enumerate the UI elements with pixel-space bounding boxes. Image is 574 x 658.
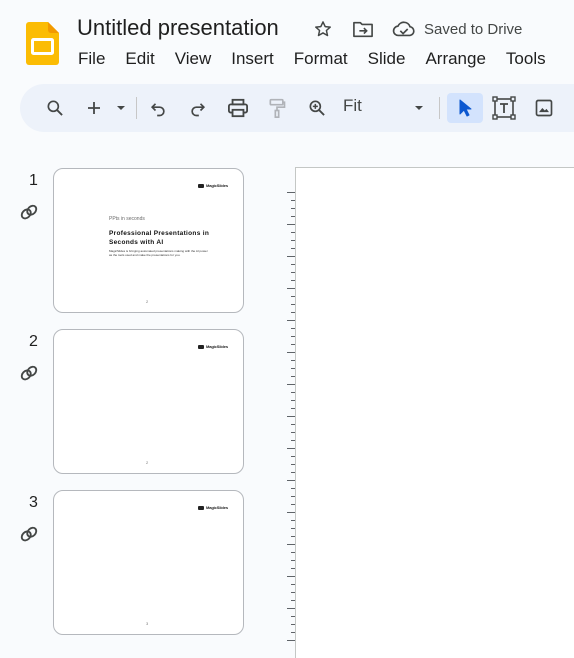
slide-number: 3 <box>29 494 38 511</box>
slide-entry-2[interactable]: 2 MagicSlides 2 <box>0 321 260 474</box>
insert-image-button[interactable] <box>530 93 558 123</box>
plus-icon <box>88 102 100 114</box>
move-to-folder-icon[interactable] <box>352 18 374 40</box>
cloud-check-icon <box>392 21 415 37</box>
menu-bar: File Edit View Insert Format Slide Arran… <box>68 47 556 73</box>
slide-canvas[interactable] <box>295 167 574 658</box>
brand-name: MagicSlides <box>205 505 228 510</box>
slide-page-number: 2 <box>146 460 149 465</box>
paint-format-icon <box>269 98 286 119</box>
undo-icon <box>150 103 165 117</box>
menu-slide[interactable]: Slide <box>358 47 416 73</box>
slide-page-number: 2 <box>146 299 149 304</box>
link-icon[interactable] <box>18 524 40 546</box>
slide-thumbnail[interactable]: MagicSlides 3 <box>53 490 244 635</box>
link-icon[interactable] <box>18 202 40 224</box>
print-button[interactable] <box>224 93 252 123</box>
brand-mark-icon <box>197 344 204 349</box>
brand-logo: MagicSlides <box>197 505 228 510</box>
menu-tools[interactable]: Tools <box>496 47 556 73</box>
menu-edit[interactable]: Edit <box>115 47 164 73</box>
slide-thumbnail[interactable]: MagicSlides 2 <box>53 329 244 474</box>
slide-number: 2 <box>29 333 38 350</box>
document-title[interactable]: Untitled presentation <box>77 15 279 41</box>
text-box-icon <box>492 96 516 120</box>
new-slide-layout-dropdown[interactable] <box>112 93 130 123</box>
slide-page-number: 3 <box>146 621 149 626</box>
save-status[interactable]: Saved to Drive <box>392 20 522 38</box>
brand-name: MagicSlides <box>205 183 228 188</box>
zoom-dropdown[interactable] <box>410 93 428 123</box>
zoom-select-value[interactable]: Fit <box>343 96 362 116</box>
link-icon[interactable] <box>18 363 40 385</box>
menu-format[interactable]: Format <box>284 47 358 73</box>
menu-arrange[interactable]: Arrange <box>415 47 495 73</box>
slide-subtext: MagicSlides is bringing automated presen… <box>109 249 208 257</box>
search-icon <box>47 100 63 116</box>
menu-view[interactable]: View <box>165 47 222 73</box>
zoom-icon <box>309 100 325 116</box>
image-icon <box>535 99 553 117</box>
zoom-button[interactable] <box>303 93 331 123</box>
slide-entry-3[interactable]: 3 MagicSlides 3 <box>0 482 260 635</box>
slides-logo-icon[interactable] <box>26 22 59 65</box>
redo-button[interactable] <box>185 93 211 123</box>
slide-eyebrow: PPts in seconds <box>109 216 145 222</box>
brand-logo: MagicSlides <box>197 344 228 349</box>
slide-entry-1[interactable]: 1 MagicSlides PPts in seconds Profession… <box>0 160 260 313</box>
brand-logo: MagicSlides <box>197 183 228 188</box>
menu-file[interactable]: File <box>68 47 115 73</box>
slide-heading: Professional Presentations in Seconds wi… <box>109 230 210 246</box>
save-status-text: Saved to Drive <box>424 20 523 38</box>
menu-insert[interactable]: Insert <box>221 47 284 73</box>
slide-thumbnail[interactable]: MagicSlides PPts in seconds Professional… <box>53 168 244 313</box>
undo-button[interactable] <box>145 93 171 123</box>
toolbar-divider <box>136 97 137 119</box>
text-box-button[interactable] <box>490 93 518 123</box>
brand-mark-icon <box>197 505 204 510</box>
select-cursor-icon <box>459 99 472 117</box>
brand-name: MagicSlides <box>205 344 228 349</box>
chevron-down-icon <box>117 106 125 110</box>
search-menus-button[interactable] <box>40 93 70 123</box>
paint-format-button[interactable] <box>264 93 290 123</box>
print-icon <box>228 98 248 118</box>
slide-number: 1 <box>29 172 38 189</box>
brand-mark-icon <box>197 183 204 188</box>
toolbar: Fit <box>20 84 574 132</box>
toolbar-divider <box>439 97 440 119</box>
redo-icon <box>191 103 206 117</box>
star-icon[interactable] <box>312 18 334 40</box>
new-slide-button[interactable] <box>82 93 106 123</box>
chevron-down-icon <box>415 106 423 110</box>
select-tool-button[interactable] <box>447 93 483 123</box>
